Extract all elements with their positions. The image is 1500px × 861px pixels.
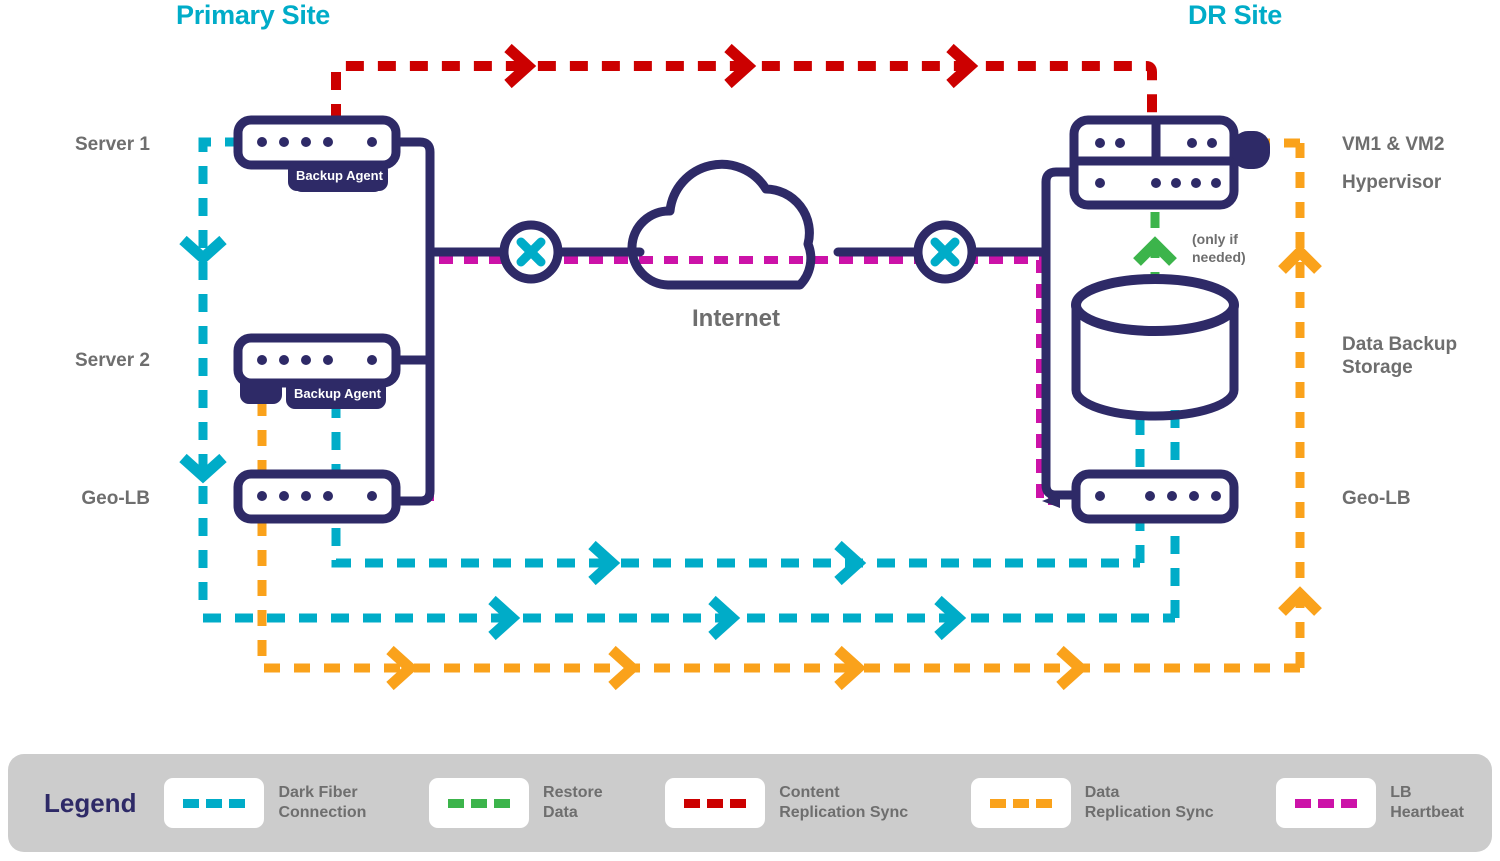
node-data-backup-storage xyxy=(1071,274,1239,421)
legend-label-content-replication-sync: Content Replication Sync xyxy=(779,784,909,821)
legend-dash-icon-dark-fiber-connection xyxy=(183,798,246,808)
label-server-2: Server 2 xyxy=(74,350,150,371)
node-geo-lb-primary xyxy=(233,469,401,524)
legend-item-lb-heartbeat: LB Heartbeat xyxy=(1276,778,1464,828)
legend-dash-icon-content-replication-sync xyxy=(684,798,747,808)
label-hypervisor: Hypervisor xyxy=(1342,172,1442,193)
legend-items: Dark Fiber Connection Restore Data Content… xyxy=(164,778,1474,828)
legend-label-dark-fiber-connection: Dark Fiber Connection xyxy=(278,784,367,821)
label-geo-lb-primary: Geo-LB xyxy=(81,488,150,509)
primary-site-title: Primary Site xyxy=(176,0,330,30)
dr-site-title: DR Site xyxy=(1188,0,1282,30)
legend-swatch-restore-data xyxy=(429,778,530,828)
legend-label-restore-data: Restore Data xyxy=(543,784,603,821)
legend-swatch-data-replication-sync xyxy=(970,778,1071,828)
node-hypervisor-vms xyxy=(1069,115,1270,210)
label-server-1: Server 1 xyxy=(74,134,150,155)
node-geo-lb-dr xyxy=(1071,469,1239,524)
legend-label-data-replication-sync: Data Replication Sync xyxy=(1084,784,1214,821)
legend-title: Legend xyxy=(44,787,137,818)
legend-dash-icon-data-replication-sync xyxy=(989,798,1052,808)
diagram-canvas: .nv { stroke:#2E2A67; fill:none; stroke-… xyxy=(0,0,1500,861)
content-replication-paths xyxy=(331,43,1157,122)
label-data-backup-storage: Data Backup Storage xyxy=(1342,334,1458,379)
legend-label-lb-heartbeat: LB Heartbeat xyxy=(1390,784,1464,821)
label-vm1-vm2: VM1 & VM2 xyxy=(1342,134,1445,155)
label-geo-lb-dr: Geo-LB xyxy=(1342,488,1411,509)
legend-item-data-replication-sync: Data Replication Sync xyxy=(970,778,1214,828)
legend-swatch-dark-fiber-connection xyxy=(164,778,265,828)
legend-swatch-content-replication-sync xyxy=(665,778,766,828)
lb-heartbeat-paths xyxy=(426,256,1060,508)
legend-item-dark-fiber-connection: Dark Fiber Connection xyxy=(164,778,366,828)
legend-swatch-lb-heartbeat xyxy=(1276,778,1377,828)
legend-item-restore-data: Restore Data xyxy=(429,778,603,828)
legend-dash-icon-restore-data xyxy=(448,798,511,808)
network-diagram-svg: .nv { stroke:#2E2A67; fill:none; stroke-… xyxy=(179,43,1322,691)
legend-panel: Legend Dark Fiber Connection Restore Data… xyxy=(8,754,1492,852)
legend-dash-icon-lb-heartbeat xyxy=(1295,798,1358,808)
legend-item-content-replication-sync: Content Replication Sync xyxy=(665,778,908,828)
label-only-if-needed: (only if needed) xyxy=(1192,231,1246,265)
label-internet: Internet xyxy=(691,305,780,332)
backup-agent-badge-server-2: Backup Agent xyxy=(294,386,381,401)
backup-agent-badge-server-1: Backup Agent xyxy=(296,168,383,183)
